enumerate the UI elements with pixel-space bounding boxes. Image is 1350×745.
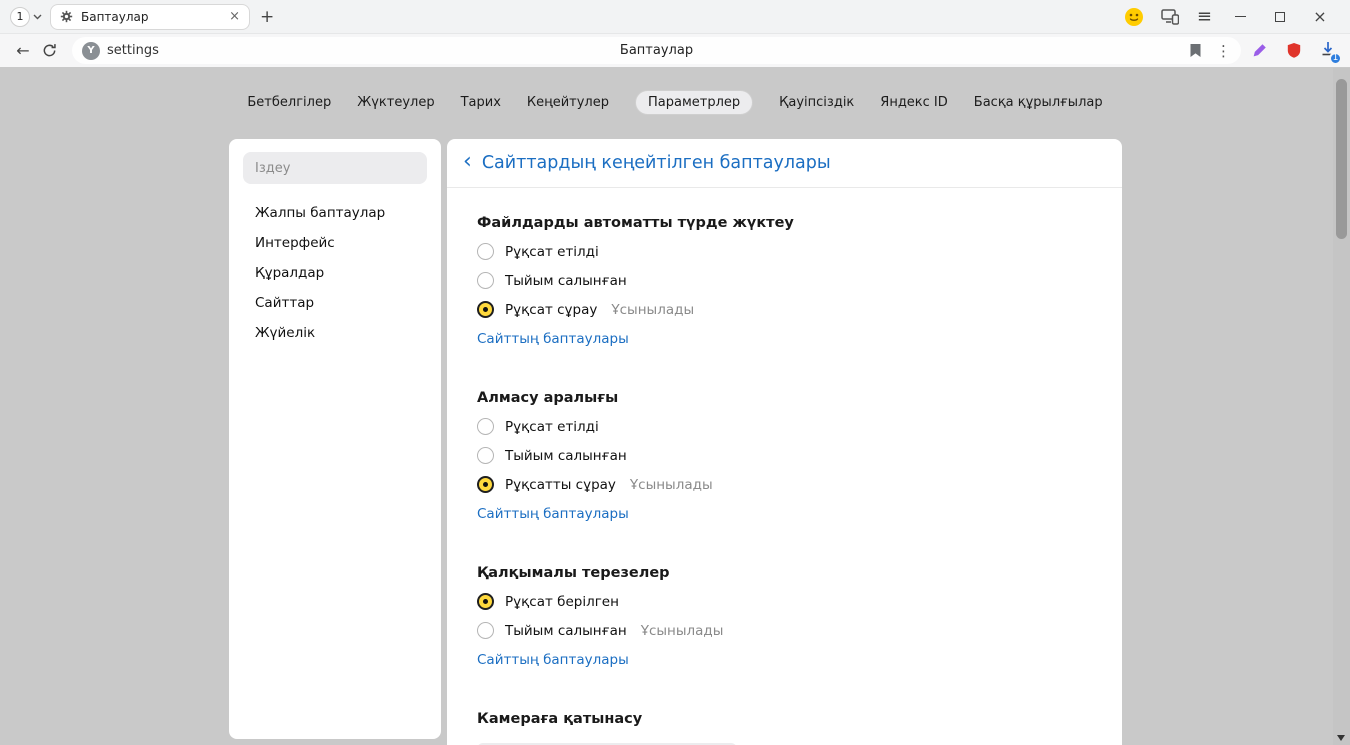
reload-button[interactable] — [36, 38, 62, 64]
settings-nav-tabs: Бетбелгілер Жүктеулер Тарих Кеңейтулер П… — [0, 68, 1350, 115]
radio-option-allowed[interactable]: Рұқсат берілген — [477, 587, 1092, 616]
tab-settings[interactable]: Параметрлер — [635, 90, 753, 115]
sidebar-item-system[interactable]: Жүйелік — [229, 318, 441, 348]
devices-sync-icon[interactable] — [1161, 9, 1179, 25]
browser-window: 1 Баптаулар × + ≡ × ← Y — [0, 0, 1350, 745]
window-minimize-button[interactable] — [1220, 2, 1260, 32]
radio-icon[interactable] — [477, 301, 494, 318]
omnibox-more-icon[interactable]: ⋮ — [1216, 42, 1231, 60]
section-heading: Камераға қатынасу — [477, 711, 642, 727]
window-controls: × — [1220, 2, 1340, 32]
radio-option-ask[interactable]: Рұқсатты сұрау Ұсынылады — [477, 470, 1092, 499]
reload-icon — [42, 43, 57, 58]
sidebar-item-tools[interactable]: Құралдар — [229, 258, 441, 288]
tab-other-devices[interactable]: Басқа құрылғылар — [974, 90, 1103, 115]
section-heading: Алмасу аралығы — [477, 390, 618, 406]
chevron-down-icon — [33, 14, 42, 20]
sidebar-item-sites[interactable]: Сайттар — [229, 288, 441, 318]
tab-bookmarks[interactable]: Бетбелгілер — [247, 90, 331, 115]
back-button[interactable]: ← — [10, 38, 36, 64]
settings-panel: ‹ Сайттардың кеңейтілген баптаулары Файл… — [447, 139, 1122, 745]
radio-icon[interactable] — [477, 593, 494, 610]
hamburger-menu-icon[interactable]: ≡ — [1197, 8, 1212, 26]
bookmark-flag-icon[interactable] — [1189, 43, 1202, 58]
tab-close-icon[interactable]: × — [229, 9, 240, 24]
site-chip[interactable]: Y settings — [82, 42, 159, 60]
site-settings-link[interactable]: Сайттың баптаулары — [477, 506, 629, 522]
radio-icon[interactable] — [477, 418, 494, 435]
sidebar-item-general[interactable]: Жалпы баптаулар — [229, 198, 441, 228]
radio-icon[interactable] — [477, 272, 494, 289]
section-heading: Файлдарды автоматты түрде жүктеу — [477, 215, 794, 231]
section-camera: Камераға қатынасу cv9734_azurewave_camer… — [477, 704, 1092, 745]
url-text[interactable]: settings — [107, 43, 159, 58]
settings-page: Бетбелгілер Жүктеулер Тарих Кеңейтулер П… — [0, 68, 1350, 745]
gear-icon — [60, 10, 73, 23]
radio-icon[interactable] — [477, 622, 494, 639]
section-heading: Қалқымалы терезелер — [477, 565, 670, 581]
page-title: Сайттардың кеңейтілген баптаулары — [482, 153, 831, 173]
radio-icon[interactable] — [477, 243, 494, 260]
panel-back-icon[interactable]: ‹ — [463, 151, 472, 173]
edit-pen-icon[interactable] — [1251, 42, 1268, 59]
omnibox[interactable]: Y settings Баптаулар ⋮ — [72, 37, 1241, 64]
radio-option-allowed[interactable]: Рұқсат етілді — [477, 237, 1092, 266]
downloads-badge: 1 — [1329, 52, 1342, 65]
address-toolbar: ← Y settings Баптаулар ⋮ 1 — [0, 34, 1350, 67]
tab-counter-badge[interactable]: 1 — [10, 7, 30, 27]
search-input[interactable] — [255, 161, 415, 176]
settings-sidebar: Жалпы баптаулар Интерфейс Құралдар Сайтт… — [229, 139, 441, 739]
scrollbar-down-arrow[interactable] — [1337, 735, 1345, 741]
radio-option-ask[interactable]: Рұқсат сұрау Ұсынылады — [477, 295, 1092, 324]
site-favicon-icon: Y — [82, 42, 100, 60]
browser-tab-settings[interactable]: Баптаулар × — [50, 4, 250, 30]
tab-yandex-id[interactable]: Яндекс ID — [880, 90, 948, 115]
radio-icon[interactable] — [477, 476, 494, 493]
tab-security[interactable]: Қауіпсіздік — [779, 90, 854, 115]
protect-shield-icon[interactable] — [1286, 42, 1302, 59]
sidebar-search-box[interactable] — [243, 152, 427, 184]
sidebar-item-interface[interactable]: Интерфейс — [229, 228, 441, 258]
omnibox-page-title: Баптаулар — [72, 43, 1241, 58]
radio-option-blocked[interactable]: Тыйым салынған Ұсынылады — [477, 616, 1092, 645]
tab-bar: 1 Баптаулар × + ≡ × — [0, 0, 1350, 34]
tab-extensions[interactable]: Кеңейтулер — [527, 90, 609, 115]
radio-icon[interactable] — [477, 447, 494, 464]
window-close-button[interactable]: × — [1300, 2, 1340, 32]
radio-option-blocked[interactable]: Тыйым салынған — [477, 441, 1092, 470]
section-clipboard: Алмасу аралығы Рұқсат етілді Тыйым салын… — [477, 383, 1092, 528]
downloads-button[interactable]: 1 — [1320, 41, 1336, 61]
page-scrollbar[interactable] — [1333, 68, 1350, 745]
section-auto-download: Файлдарды автоматты түрде жүктеу Рұқсат … — [477, 208, 1092, 353]
radio-option-allowed[interactable]: Рұқсат етілді — [477, 412, 1092, 441]
tab-groups-button[interactable]: 1 — [10, 7, 42, 27]
tab-downloads[interactable]: Жүктеулер — [357, 90, 434, 115]
mood-smiley-icon[interactable] — [1125, 8, 1143, 26]
scrollbar-thumb[interactable] — [1336, 79, 1347, 239]
panel-header: ‹ Сайттардың кеңейтілген баптаулары — [447, 139, 1122, 188]
tab-history[interactable]: Тарих — [461, 90, 501, 115]
site-settings-link[interactable]: Сайттың баптаулары — [477, 331, 629, 347]
window-maximize-button[interactable] — [1260, 2, 1300, 32]
site-settings-link[interactable]: Сайттың баптаулары — [477, 652, 629, 668]
new-tab-button[interactable]: + — [260, 7, 274, 27]
tab-title: Баптаулар — [81, 10, 221, 24]
section-popups: Қалқымалы терезелер Рұқсат берілген Тыйы… — [477, 558, 1092, 674]
radio-option-blocked[interactable]: Тыйым салынған — [477, 266, 1092, 295]
